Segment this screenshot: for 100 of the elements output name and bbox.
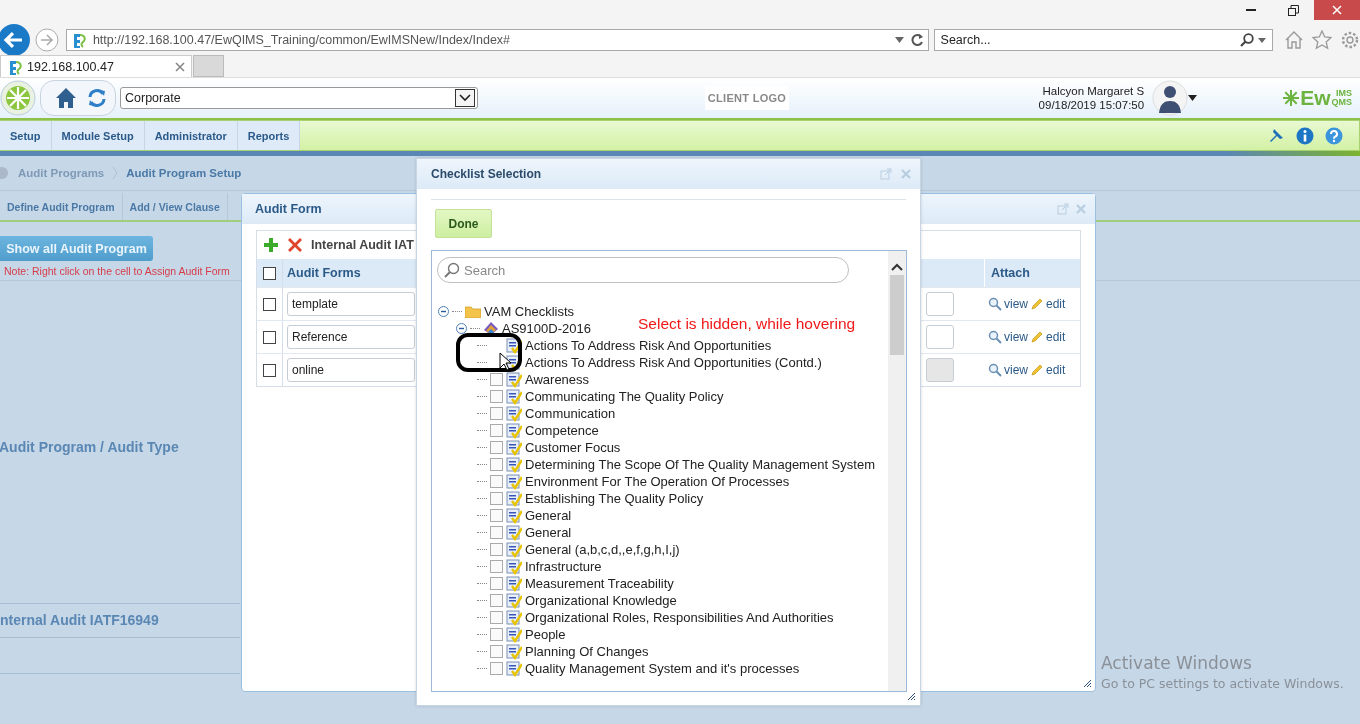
tree-checkbox[interactable]: [490, 560, 503, 573]
tree-item[interactable]: AS9100D-2016: [502, 320, 591, 337]
scroll-up-icon[interactable]: [891, 263, 903, 271]
home-icon[interactable]: [1284, 30, 1304, 50]
user-name: Halcyon Margaret S: [1041, 84, 1145, 98]
resize-grip-icon[interactable]: [907, 692, 916, 701]
tree-item[interactable]: General: [525, 507, 572, 524]
resize-grip-icon[interactable]: [1083, 679, 1092, 688]
done-button[interactable]: Done: [435, 209, 492, 238]
close-icon[interactable]: [900, 168, 912, 180]
avatar-icon[interactable]: [1152, 80, 1189, 116]
tree-item[interactable]: Measurement Traceability: [525, 575, 674, 592]
books-icon: [483, 321, 499, 336]
settings-icon[interactable]: [1340, 30, 1360, 50]
tree-item[interactable]: Customer Focus: [525, 439, 621, 456]
help-icon[interactable]: [1325, 126, 1343, 145]
tree-checkbox[interactable]: [490, 475, 503, 488]
tree-checkbox[interactable]: [490, 509, 503, 522]
tree-checkbox[interactable]: [490, 373, 503, 386]
popout-icon[interactable]: [880, 168, 892, 180]
scrollbar-thumb[interactable]: [890, 275, 904, 355]
form-name-field[interactable]: online: [287, 358, 415, 382]
tree-item[interactable]: Communicating The Quality Policy: [525, 388, 724, 405]
text-field[interactable]: [926, 325, 954, 349]
row-checkbox[interactable]: [263, 330, 276, 344]
collapse-icon[interactable]: [438, 306, 449, 317]
row-checkbox[interactable]: [263, 297, 276, 311]
search-placeholder: Search: [464, 262, 506, 278]
new-tab-button[interactable]: [193, 55, 224, 77]
refresh-icon[interactable]: [87, 88, 107, 108]
tree-item[interactable]: Organizational Knowledge: [525, 592, 677, 609]
delete-icon[interactable]: [287, 237, 303, 253]
tree-item[interactable]: Quality Management System and it's processes: [525, 660, 800, 677]
tree-checkbox[interactable]: [490, 662, 503, 675]
app-logo-icon[interactable]: [0, 80, 36, 116]
menu-item[interactable]: Module Setup: [51, 121, 145, 150]
select-all-checkbox[interactable]: [263, 266, 276, 280]
browser-tab[interactable]: 192.168.100.47: [0, 55, 192, 77]
date-time: 09/18/2019 15:07:50: [1038, 98, 1145, 112]
popout-icon[interactable]: [1057, 203, 1069, 215]
close-icon[interactable]: [1075, 203, 1087, 215]
text-field[interactable]: [926, 292, 954, 316]
tree-checkbox[interactable]: [490, 645, 503, 658]
tree-checkbox[interactable]: [490, 594, 503, 607]
tree-checkbox[interactable]: [490, 526, 503, 539]
form-name-field[interactable]: Reference: [287, 325, 415, 349]
menu-item[interactable]: Reports: [237, 121, 301, 150]
refresh-icon[interactable]: [909, 33, 924, 47]
search-placeholder: Search...: [940, 33, 992, 47]
add-icon[interactable]: [263, 237, 279, 253]
dropdown-caret-icon[interactable]: [1188, 95, 1198, 101]
tree-item[interactable]: Infrastructure: [525, 558, 602, 575]
tree-checkbox[interactable]: [490, 458, 503, 471]
back-button[interactable]: [0, 24, 30, 56]
menu-item[interactable]: Administrator: [144, 121, 238, 150]
tree-item[interactable]: General: [525, 524, 572, 541]
tab-close-icon[interactable]: [175, 61, 185, 72]
tree-item[interactable]: General (a,b,c,d,,e,f,g,h,I,j): [525, 541, 680, 558]
location-select[interactable]: Corporate: [120, 87, 478, 109]
row-checkbox[interactable]: [263, 363, 276, 377]
tree-checkbox[interactable]: [490, 611, 503, 624]
tree-checkbox[interactable]: [490, 543, 503, 556]
tree-checkbox[interactable]: [490, 492, 503, 505]
tree-checkbox[interactable]: [490, 424, 503, 437]
checklist-icon: [506, 473, 522, 490]
view-link[interactable]: view: [1004, 363, 1028, 377]
tree-checkbox[interactable]: [490, 407, 503, 420]
tree-item[interactable]: Planning Of Changes: [525, 643, 649, 660]
tree-item[interactable]: Actions To Address Risk And Opportunities: [525, 337, 772, 354]
star-icon[interactable]: [1312, 30, 1332, 50]
search-field[interactable]: Search...: [933, 29, 1273, 51]
tree-item[interactable]: Environment For The Operation Of Processes: [525, 473, 790, 490]
edit-link[interactable]: edit: [1046, 363, 1066, 377]
brand-name: Ew: [1300, 86, 1331, 110]
forward-button[interactable]: [34, 28, 59, 52]
address-field[interactable]: http://192.168.100.47/EwQIMS_Training/common/EwIMSNew/Index/Index#: [65, 29, 929, 51]
collapse-icon[interactable]: [456, 323, 467, 334]
tree-item[interactable]: VAM Checklists: [484, 303, 575, 320]
search-icon[interactable]: [1240, 33, 1254, 47]
menu-item[interactable]: Setup: [0, 121, 52, 150]
view-link[interactable]: view: [1004, 330, 1028, 344]
tree-item[interactable]: Determining The Scope Of The Quality Management System: [525, 456, 875, 473]
tree-checkbox[interactable]: [490, 390, 503, 403]
tree-item[interactable]: Communication: [525, 405, 616, 422]
tree-item[interactable]: Establishing The Quality Policy: [525, 490, 704, 507]
edit-link[interactable]: edit: [1046, 297, 1066, 311]
view-link[interactable]: view: [1004, 297, 1028, 311]
tree-item[interactable]: Actions To Address Risk And Opportunities (Contd.): [525, 354, 822, 371]
tree-item[interactable]: Awareness: [525, 371, 590, 388]
tree-item[interactable]: Competence: [525, 422, 599, 439]
tree-checkbox[interactable]: [490, 628, 503, 641]
tree-checkbox[interactable]: [490, 441, 503, 454]
home-icon[interactable]: [55, 87, 77, 109]
edit-link[interactable]: edit: [1046, 330, 1066, 344]
info-icon[interactable]: [1296, 126, 1314, 145]
form-name-field[interactable]: template: [287, 292, 415, 316]
scrollbar[interactable]: [888, 251, 906, 691]
tree-item[interactable]: Organizational Roles, Responsibilities And Authorities: [525, 609, 834, 626]
tree-checkbox[interactable]: [490, 577, 503, 590]
tree-item[interactable]: People: [525, 626, 566, 643]
